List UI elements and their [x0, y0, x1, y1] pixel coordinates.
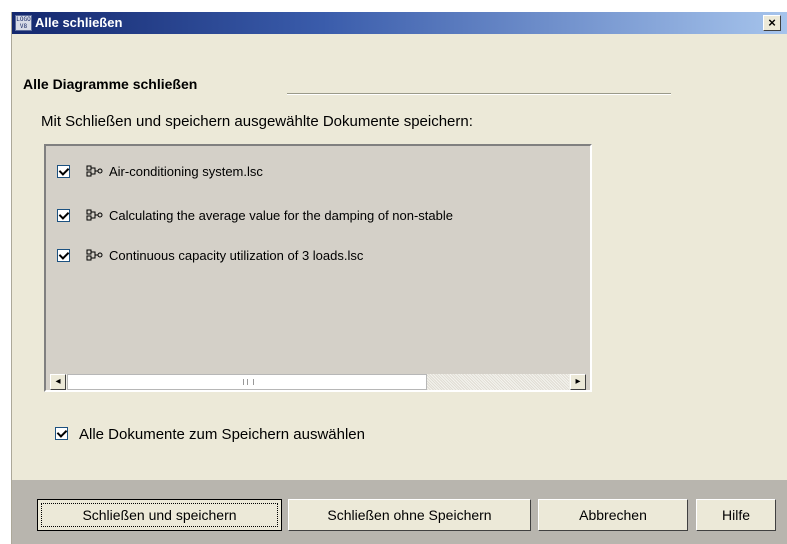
window-title: Alle schließen	[35, 15, 123, 30]
close-icon: ×	[768, 15, 776, 30]
document-name: Continuous capacity utilization of 3 loa…	[109, 248, 364, 263]
document-checkbox[interactable]	[57, 165, 70, 178]
document-checkbox[interactable]	[57, 209, 70, 222]
select-all-checkbox[interactable]	[55, 427, 68, 440]
arrow-right-icon: ▸	[575, 376, 581, 387]
document-list[interactable]: Air-conditioning system.lsc Calculating …	[44, 144, 592, 392]
group-divider	[287, 93, 671, 95]
title-bar[interactable]: LOGO V8 Alle schließen ×	[12, 12, 787, 34]
cancel-button[interactable]: Abbrechen	[538, 499, 688, 531]
document-name: Air-conditioning system.lsc	[109, 164, 263, 179]
close-and-save-button[interactable]: Schließen und speichern	[37, 499, 282, 531]
document-name: Calculating the average value for the da…	[109, 208, 453, 223]
scroll-right-button[interactable]: ▸	[570, 374, 586, 390]
select-all-label[interactable]: Alle Dokumente zum Speichern auswählen	[79, 426, 365, 443]
focus-ring	[41, 503, 278, 527]
close-without-saving-button[interactable]: Schließen ohne Speichern	[288, 499, 531, 531]
scroll-thumb[interactable]	[67, 374, 427, 390]
horizontal-scrollbar[interactable]: ◂ ▸	[50, 374, 586, 390]
scroll-left-button[interactable]: ◂	[50, 374, 66, 390]
scroll-track[interactable]	[427, 374, 569, 390]
diagram-icon	[86, 209, 103, 221]
close-without-saving-label: Schließen ohne Speichern	[327, 507, 492, 523]
logo-icon: LOGO V8	[15, 15, 32, 31]
help-button[interactable]: Hilfe	[696, 499, 776, 531]
group-title: Alle Diagramme schließen	[23, 76, 198, 92]
diagram-icon	[86, 165, 103, 177]
diagram-icon	[86, 249, 103, 261]
instruction-text: Mit Schließen und speichern ausgewählte …	[41, 113, 473, 130]
document-checkbox[interactable]	[57, 249, 70, 262]
list-item[interactable]: Calculating the average value for the da…	[46, 206, 590, 226]
close-window-button[interactable]: ×	[763, 15, 781, 31]
grip-icon	[243, 379, 254, 385]
list-item[interactable]: Air-conditioning system.lsc	[46, 162, 590, 182]
help-label: Hilfe	[721, 507, 750, 523]
close-all-dialog: LOGO V8 Alle schließen × Alle Diagramme …	[11, 12, 787, 544]
list-item[interactable]: Continuous capacity utilization of 3 loa…	[46, 246, 590, 266]
cancel-label: Abbrechen	[579, 507, 647, 523]
arrow-left-icon: ◂	[55, 376, 61, 387]
